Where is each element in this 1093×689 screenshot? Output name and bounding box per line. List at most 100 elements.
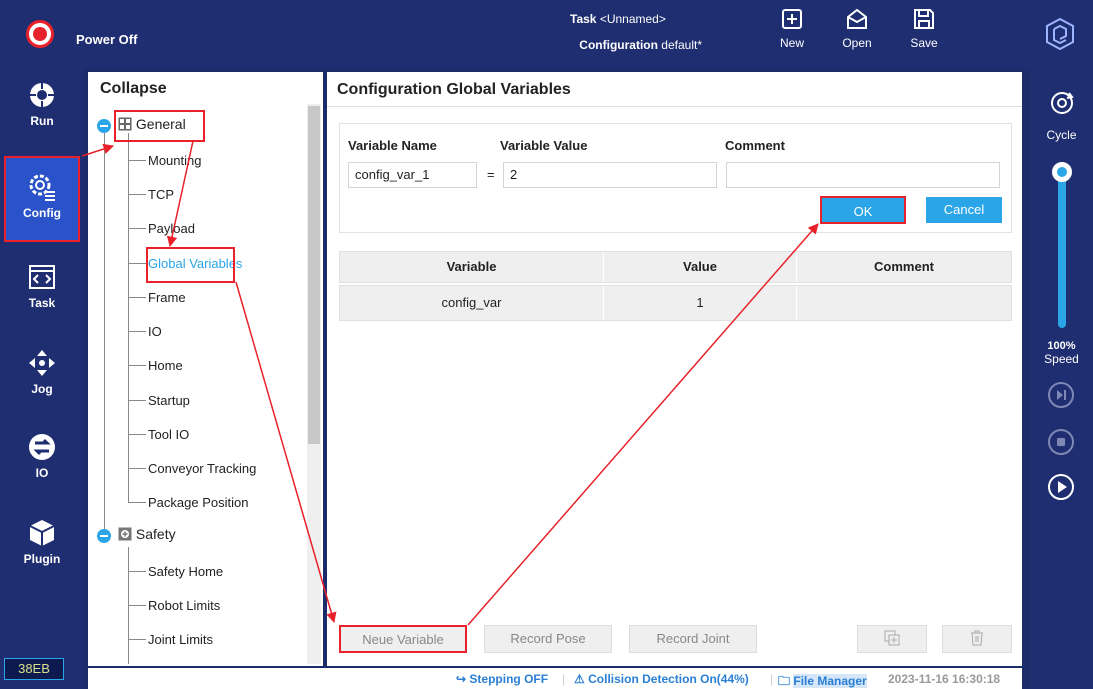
speed-slider[interactable] <box>1058 168 1066 328</box>
nav-config[interactable]: Config <box>4 156 80 242</box>
collapse-button[interactable]: Collapse <box>100 80 167 98</box>
nav-run[interactable]: Run <box>6 72 78 142</box>
new-label: New <box>779 36 804 50</box>
copy-button[interactable] <box>857 625 927 653</box>
tree-item-tcp[interactable]: TCP <box>148 187 174 202</box>
safety-collapse-icon[interactable] <box>97 529 111 543</box>
tree-branch <box>128 331 146 332</box>
nav-plugin[interactable]: Plugin <box>6 510 78 580</box>
safety-label: Safety <box>135 526 176 542</box>
nav-jog-label: Jog <box>31 382 53 396</box>
right-panel: Cycle 100% Speed <box>1030 68 1093 689</box>
tree-item-conveyor-tracking[interactable]: Conveyor Tracking <box>148 461 256 476</box>
cancel-button[interactable]: Cancel <box>926 197 1002 223</box>
io-icon <box>29 434 55 460</box>
tree-item-package-position[interactable]: Package Position <box>148 495 248 510</box>
variable-value-input[interactable]: 2 <box>503 162 717 188</box>
stop-icon <box>1057 438 1065 446</box>
tree-branch <box>128 605 146 606</box>
new-button[interactable]: New <box>769 6 815 62</box>
tree-branch <box>128 468 146 469</box>
speed-slider-handle[interactable] <box>1052 162 1072 182</box>
delete-button[interactable] <box>942 625 1012 653</box>
play-button[interactable] <box>1048 474 1074 500</box>
nav-io[interactable]: IO <box>6 424 78 494</box>
equals-sign: = <box>487 167 495 182</box>
timestamp: 2023-11-16 16:30:18 <box>888 672 1001 686</box>
tree-branch <box>128 365 146 366</box>
configuration-label: Configuration <box>579 38 658 52</box>
variable-form: Variable Name Variable Value Comment con… <box>339 123 1012 233</box>
configuration-info: Configuration default* <box>520 38 702 52</box>
tree-item-robot-limits[interactable]: Robot Limits <box>148 598 220 613</box>
record-joint-button[interactable]: Record Joint <box>629 625 757 653</box>
table-row[interactable]: config_var 1 <box>339 285 1012 321</box>
tree-general-line <box>128 133 129 503</box>
tree-item-tool-io[interactable]: Tool IO <box>148 427 189 442</box>
run-icon <box>30 83 54 107</box>
new-variable-button[interactable]: Neue Variable <box>339 625 467 653</box>
tree-branch <box>128 571 146 572</box>
tree-item-frame[interactable]: Frame <box>148 290 186 305</box>
trash-icon <box>971 630 983 646</box>
copy-icon <box>884 630 900 646</box>
task-info: Task <Unnamed> <box>570 12 666 26</box>
collision-status[interactable]: ⚠ Collision Detection On(44%) <box>574 672 749 686</box>
collision-label: Collision Detection On(44%) <box>588 672 749 686</box>
stepping-label: Stepping OFF <box>469 672 549 686</box>
play-icon <box>1058 481 1067 493</box>
speed-value: 100% <box>1047 340 1076 352</box>
config-icon <box>29 174 55 201</box>
file-manager-icon: 🗀 <box>778 674 791 688</box>
cycle-label: Cycle <box>1046 128 1077 142</box>
tree-item-payload[interactable]: Payload <box>148 221 195 236</box>
cell-value: 1 <box>604 286 797 320</box>
file-manager-link[interactable]: 🗀 File Manager <box>778 672 867 689</box>
file-manager-label: File Manager <box>793 674 867 688</box>
open-icon <box>847 8 867 29</box>
comment-input[interactable] <box>726 162 1000 188</box>
ok-button[interactable]: OK <box>820 196 906 224</box>
configuration-value: default* <box>661 38 702 52</box>
shield-icon <box>118 527 132 541</box>
open-label: Open <box>842 36 872 50</box>
tree-item-joint-limits[interactable]: Joint Limits <box>148 632 213 647</box>
tree-branch <box>128 228 146 229</box>
tree-item-mounting[interactable]: Mounting <box>148 153 201 168</box>
grid-icon <box>118 117 132 131</box>
tree-scroll-thumb[interactable] <box>308 106 320 444</box>
step-icon <box>1057 390 1066 400</box>
comment-header: Comment <box>725 138 785 153</box>
tree-item-home[interactable]: Home <box>148 358 183 373</box>
stop-button[interactable] <box>1048 429 1074 455</box>
stepping-icon: ↪ <box>456 672 467 686</box>
variable-name-input[interactable]: config_var_1 <box>348 162 477 188</box>
tree-section-general[interactable]: General <box>118 116 186 132</box>
general-collapse-icon[interactable] <box>97 119 111 133</box>
nav-io-label: IO <box>35 466 49 480</box>
config-tree-panel: Collapse General Mounting TCP Payload Gl… <box>88 72 323 666</box>
tree-branch <box>128 263 146 264</box>
tree-item-io[interactable]: IO <box>148 324 162 339</box>
tree-scrollbar[interactable] <box>307 104 321 664</box>
record-pose-button[interactable]: Record Pose <box>484 625 612 653</box>
tree-branch <box>128 297 146 298</box>
tree-item-startup[interactable]: Startup <box>148 393 190 408</box>
cycle-icon[interactable] <box>1049 90 1075 116</box>
open-button[interactable]: Open <box>834 6 880 62</box>
nav-jog[interactable]: Jog <box>6 340 78 410</box>
power-button[interactable] <box>26 20 54 48</box>
tree-item-global-variables[interactable]: Global Variables <box>148 256 242 271</box>
save-button[interactable]: Save <box>901 6 947 62</box>
page-title: Configuration Global Variables <box>337 81 571 98</box>
tree-section-safety[interactable]: Safety <box>118 526 176 542</box>
tree-item-safety-home[interactable]: Safety Home <box>148 564 223 579</box>
tree-branch <box>128 502 146 503</box>
stepping-status: ↪ Stepping OFF <box>456 672 548 686</box>
variable-name-header: Variable Name <box>348 138 437 153</box>
speed-label: Speed <box>1044 352 1079 366</box>
nav-plugin-label: Plugin <box>23 552 61 566</box>
step-button[interactable] <box>1048 382 1074 408</box>
nav-task[interactable]: Task <box>6 254 78 324</box>
column-header-value: Value <box>604 252 797 282</box>
